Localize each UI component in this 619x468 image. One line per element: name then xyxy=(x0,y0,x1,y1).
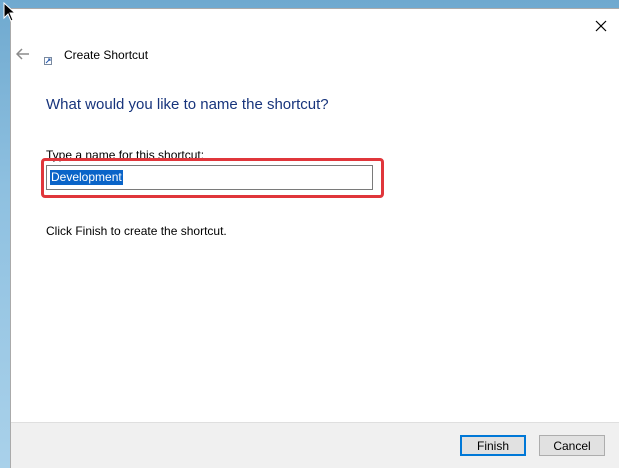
shortcut-icon xyxy=(44,57,52,65)
finish-instruction: Click Finish to create the shortcut. xyxy=(46,224,227,238)
back-button[interactable] xyxy=(13,45,33,63)
close-button[interactable] xyxy=(589,15,613,37)
create-shortcut-dialog: Create Shortcut What would you like to n… xyxy=(10,8,619,468)
shortcut-name-value: Development xyxy=(50,170,123,185)
back-arrow-icon xyxy=(16,48,29,60)
dialog-title: Create Shortcut xyxy=(64,48,149,62)
finish-button[interactable]: Finish xyxy=(460,435,526,456)
cancel-button[interactable]: Cancel xyxy=(539,435,605,456)
button-bar: Finish Cancel xyxy=(11,422,619,468)
mouse-pointer-icon xyxy=(3,2,17,22)
shortcut-name-input[interactable]: Development xyxy=(46,165,373,190)
close-icon xyxy=(595,20,607,32)
page-heading: What would you like to name the shortcut… xyxy=(46,96,329,113)
